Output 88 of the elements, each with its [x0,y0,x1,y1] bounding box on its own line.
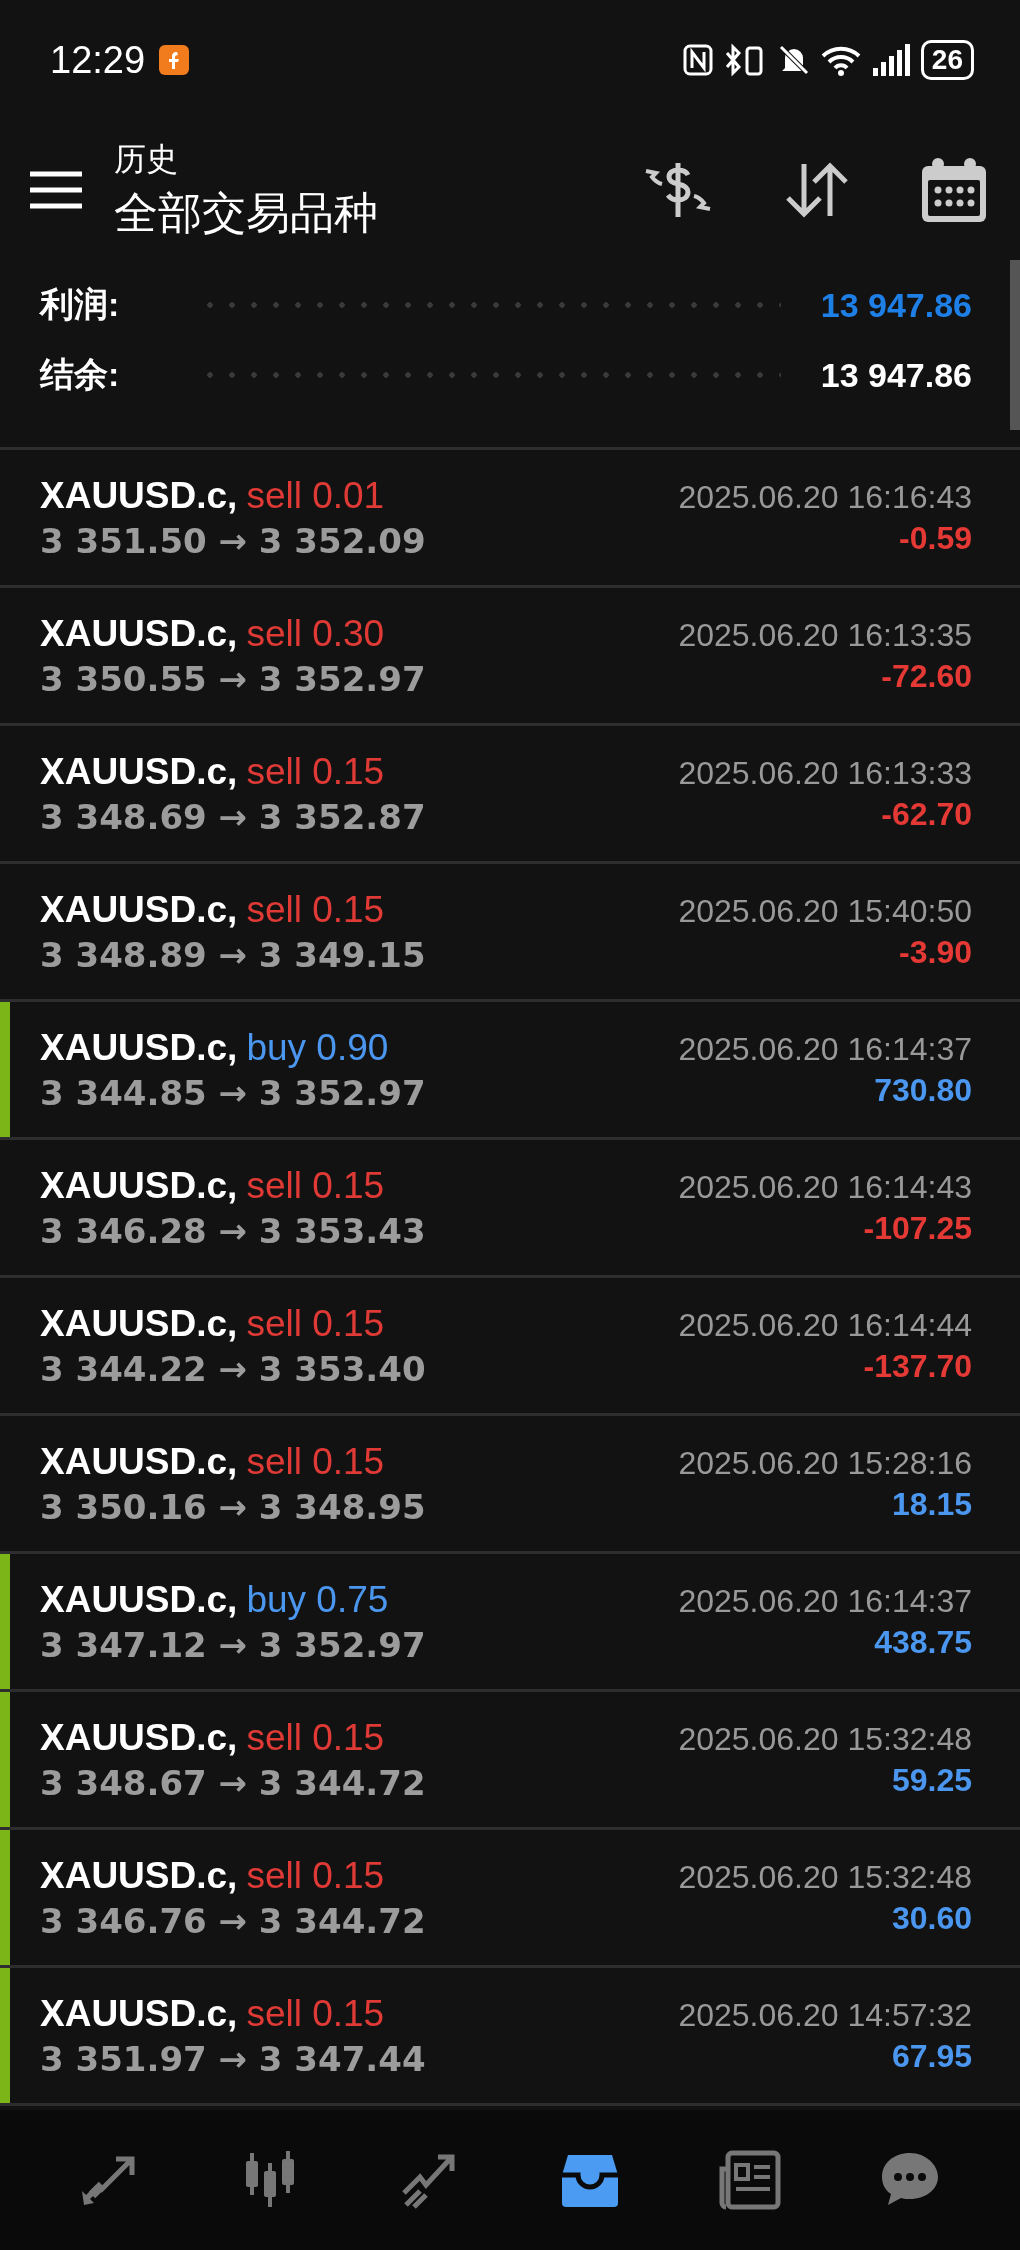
trade-profit: 438.75 [874,1623,972,1661]
order-volume: sell 0.15 [246,1440,385,1483]
calendar-button[interactable] [920,156,988,224]
order-volume: sell 0.01 [246,474,385,517]
trade-time: 2025.06.20 16:14:43 [678,1168,972,1206]
trade-time: 2025.06.20 15:32:48 [678,1858,972,1896]
order-volume: sell 0.15 [246,888,385,931]
symbol: XAUUSD.c, [40,1992,238,2035]
trade-row[interactable]: XAUUSD.c, sell 0.15 3 344.22 → 3 353.40 2025.06.20 16:14:44 -137.70 [0,1278,1020,1416]
trade-row[interactable]: XAUUSD.c, buy 0.90 3 344.85 → 3 352.97 2025.06.20 16:14:37 730.80 [0,1002,1020,1140]
trade-profit: 18.15 [891,1485,972,1523]
trade-profit: 30.60 [891,1899,972,1937]
symbol: XAUUSD.c, [40,474,238,517]
order-volume: buy 0.75 [246,1578,389,1621]
trade-profit: -0.59 [899,519,972,557]
trade-time: 2025.06.20 15:32:48 [678,1720,972,1758]
symbol: XAUUSD.c, [40,888,238,931]
symbol: XAUUSD.c, [40,1302,238,1345]
app-notification-icon [159,45,190,75]
trade-profit: 59.25 [891,1761,972,1799]
trade-profit: -137.70 [863,1347,972,1385]
wifi-icon [820,44,861,76]
trade-time: 2025.06.20 16:13:35 [678,616,972,654]
trade-row[interactable]: XAUUSD.c, sell 0.15 3 346.28 → 3 353.43 2025.06.20 16:14:43 -107.25 [0,1140,1020,1278]
trade-profit: 730.80 [874,1071,972,1109]
clock: 12:29 [50,38,146,82]
symbol: XAUUSD.c, [40,750,238,793]
price-range: 3 344.22 → 3 353.40 [40,1348,426,1389]
trade-row[interactable]: XAUUSD.c, sell 0.15 3 346.76 → 3 344.72 2025.06.20 15:32:48 30.60 [0,1830,1020,1968]
order-volume: sell 0.15 [246,1854,385,1897]
order-volume: sell 0.15 [246,1716,385,1759]
price-range: 3 348.69 → 3 352.87 [40,796,426,837]
symbol: XAUUSD.c, [40,1854,238,1897]
trade-row[interactable]: XAUUSD.c, sell 0.15 3 348.89 → 3 349.15 2025.06.20 15:40:50 -3.90 [0,864,1020,1002]
summary-value: 13 947.86 [820,285,972,325]
summary-value: 13 947.86 [820,355,972,395]
symbol: XAUUSD.c, [40,1440,238,1483]
menu-button[interactable] [30,171,82,209]
trade-time: 2025.06.20 16:14:44 [678,1306,972,1344]
price-range: 3 351.97 → 3 347.44 [40,2038,426,2079]
trade-row[interactable]: XAUUSD.c, buy 0.75 3 347.12 → 3 352.97 2025.06.20 16:14:37 438.75 [0,1554,1020,1692]
trade-profit: -3.90 [899,933,972,971]
order-volume: sell 0.15 [246,1164,385,1207]
trade-row[interactable]: XAUUSD.c, sell 0.15 3 350.16 → 3 348.95 2025.06.20 15:28:16 18.15 [0,1416,1020,1554]
trade-profit: -62.70 [881,795,972,833]
price-range: 3 350.55 → 3 352.97 [40,658,426,699]
screen-title: 历史 [114,139,179,179]
symbol: XAUUSD.c, [40,1164,238,1207]
price-range: 3 351.50 → 3 352.09 [40,520,426,561]
trade-row[interactable]: XAUUSD.c, sell 0.01 3 351.50 → 3 352.09 2025.06.20 16:16:43 -0.59 [0,450,1020,588]
trade-row[interactable]: XAUUSD.c, sell 0.30 3 350.55 → 3 352.97 2025.06.20 16:13:35 -72.60 [0,588,1020,726]
trade-time: 2025.06.20 14:57:32 [678,1996,972,2034]
symbol-filter-title[interactable]: 全部交易品种 [114,183,378,243]
sort-button[interactable] [784,162,850,218]
order-volume: sell 0.15 [246,1302,385,1345]
price-range: 3 346.76 → 3 344.72 [40,1900,426,1941]
order-volume: buy 0.90 [246,1026,389,1069]
trade-row[interactable]: XAUUSD.c, sell 0.15 3 348.67 → 3 344.72 2025.06.20 15:32:48 59.25 [0,1692,1020,1830]
symbol: XAUUSD.c, [40,612,238,655]
summary-label: 利润: [40,284,120,325]
trade-time: 2025.06.20 16:14:37 [678,1030,972,1068]
signal-icon [870,44,911,76]
price-range: 3 347.12 → 3 352.97 [40,1624,426,1665]
symbol: XAUUSD.c, [40,1716,238,1759]
nfc-icon [682,44,713,76]
trade-profit: -107.25 [863,1209,972,1247]
symbol: XAUUSD.c, [40,1026,238,1069]
trade-row[interactable]: XAUUSD.c, sell 0.15 3 348.69 → 3 352.87 2025.06.20 16:13:33 -62.70 [0,726,1020,864]
price-range: 3 346.28 → 3 353.43 [40,1210,426,1251]
trade-time: 2025.06.20 16:16:43 [678,478,972,516]
order-volume: sell 0.15 [246,750,385,793]
trade-time: 2025.06.20 16:13:33 [678,754,972,792]
price-range: 3 348.67 → 3 344.72 [40,1762,426,1803]
price-range: 3 350.16 → 3 348.95 [40,1486,426,1527]
trade-time: 2025.06.20 16:14:37 [678,1582,972,1620]
summary-label: 结余: [40,354,120,395]
trade-profit: 67.95 [891,2037,972,2075]
trade-profit: -72.60 [881,657,972,695]
trade-time: 2025.06.20 15:28:16 [678,1444,972,1482]
symbol: XAUUSD.c, [40,1578,238,1621]
order-volume: sell 0.30 [246,612,385,655]
order-volume: sell 0.15 [246,1992,385,2035]
scrollbar[interactable] [1010,260,1020,430]
trade-time: 2025.06.20 15:40:50 [678,892,972,930]
price-range: 3 344.85 → 3 352.97 [40,1072,426,1113]
price-range: 3 348.89 → 3 349.15 [40,934,426,975]
trade-row[interactable]: XAUUSD.c, sell 0.15 3 351.97 → 3 347.44 2025.06.20 14:57:32 67.95 [0,1968,1020,2106]
battery-level: 26 [920,40,974,80]
